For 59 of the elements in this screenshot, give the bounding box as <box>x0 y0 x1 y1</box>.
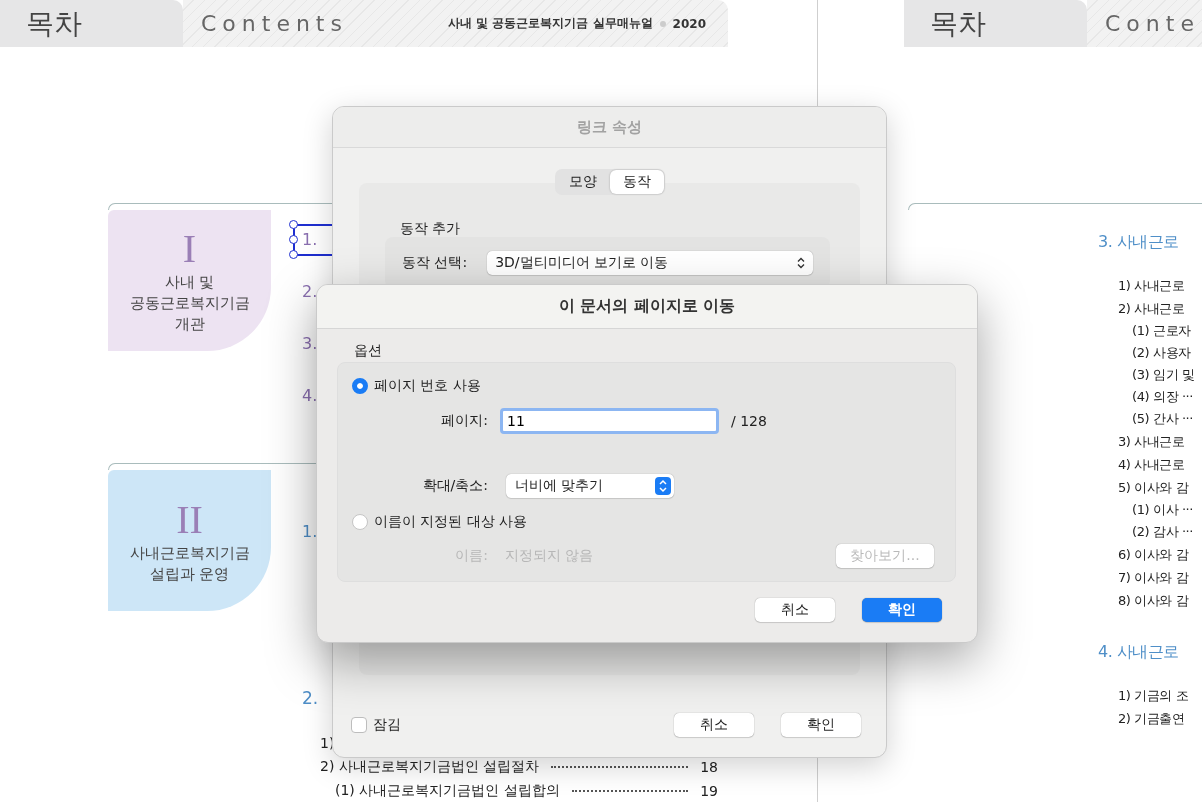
updown-icon <box>797 257 805 269</box>
header-subtitle: Contents <box>200 11 348 36</box>
toc-entry: (1) 근로자 <box>1131 322 1192 340</box>
field-label: 확대/축소: <box>421 477 488 495</box>
toc-entry: 1) 사내근로 <box>1117 277 1186 295</box>
toc-entry: 5) 이사와 감 <box>1117 479 1190 497</box>
group-label: 옵션 <box>354 342 383 359</box>
toc-entry: (4) 의장 ··· <box>1131 388 1195 406</box>
toc-entry: (5) 간사 ··· <box>1131 410 1195 428</box>
part-title: 사내근로복지기금 설립과 운영 <box>129 542 250 585</box>
dialog-title: 링크 속성 <box>576 117 643 137</box>
toc-entry: 6) 이사와 감 <box>1117 546 1190 564</box>
field-label: 페이지: <box>440 412 488 430</box>
radio-label: 이름이 지정된 대상 사용 <box>374 513 528 531</box>
field-label: 동작 선택: <box>402 254 468 272</box>
toc-entry: 8) 이사와 감 <box>1117 592 1190 610</box>
dialog-button[interactable]: 확인 <box>781 713 861 737</box>
radio-button[interactable] <box>352 378 368 394</box>
page-total: / 128 <box>731 413 767 429</box>
part-numeral: II <box>176 496 203 543</box>
manual-year: 2020 <box>672 16 706 31</box>
zoom-dropdown[interactable]: 너비에 맞추기 <box>506 474 674 498</box>
toc-entry: (3) 임기 및 <box>1131 366 1196 384</box>
updown-icon <box>655 477 671 495</box>
page-number-field[interactable]: 11 <box>500 408 719 434</box>
toc-heading: 3. 사내근로 <box>1098 231 1180 253</box>
tab[interactable]: 모양 <box>555 170 610 194</box>
part-title: 사내 및 공동근로복지기금 개관 <box>129 272 250 335</box>
header-title: 목차 <box>904 0 1087 47</box>
toc-entry: 3) 사내근로 <box>1117 433 1186 451</box>
action-dropdown[interactable]: 3D/멀티미디어 보기로 이동 <box>487 251 813 275</box>
toc-entry: (2) 사용자 <box>1131 344 1192 362</box>
toc-entry: 2) 사내근로 <box>1117 300 1186 318</box>
tab[interactable]: 동작 <box>609 170 664 194</box>
checkbox-label: 잠김 <box>373 716 401 734</box>
page-number: 18 <box>700 759 718 775</box>
toc-entry: 2) 사내근로복지기금법인 설립절차 <box>320 758 540 776</box>
dialog-title: 이 문서의 페이지로 이동 <box>558 296 736 317</box>
toc-heading: 2. <box>302 687 320 709</box>
toc-heading: 4. 사내근로 <box>1098 641 1180 663</box>
toc-entry: 1) 기금의 조 <box>1117 687 1190 705</box>
dialog-button[interactable]: 확인 <box>862 598 942 622</box>
manual-title: 사내 및 공동근로복지기금 실무매뉴얼 <box>448 15 653 32</box>
section-label: 동작 추가 <box>400 219 462 237</box>
checkbox[interactable] <box>351 717 367 733</box>
dialog-button[interactable]: 취소 <box>674 713 754 737</box>
page-number: 19 <box>700 783 718 799</box>
toc-entry: (1) 이사 ··· <box>1131 501 1195 519</box>
part-numeral: I <box>182 226 197 272</box>
toc-entry: (2) 감사 ··· <box>1131 523 1195 541</box>
toc-entry: (1) 사내근로복지기금법인 설립합의 <box>335 782 560 800</box>
radio-label: 페이지 번호 사용 <box>374 377 481 395</box>
radio-button[interactable] <box>352 514 368 530</box>
header-subtitle: Conte <box>1104 11 1200 36</box>
header-title: 목차 <box>0 0 183 47</box>
dialog-button[interactable]: 취소 <box>755 598 835 622</box>
toc-entry: 2) 기금출연 <box>1117 710 1186 728</box>
toc-entry: 7) 이사와 감 <box>1117 569 1190 587</box>
toc-entry: 4) 사내근로 <box>1117 456 1186 474</box>
